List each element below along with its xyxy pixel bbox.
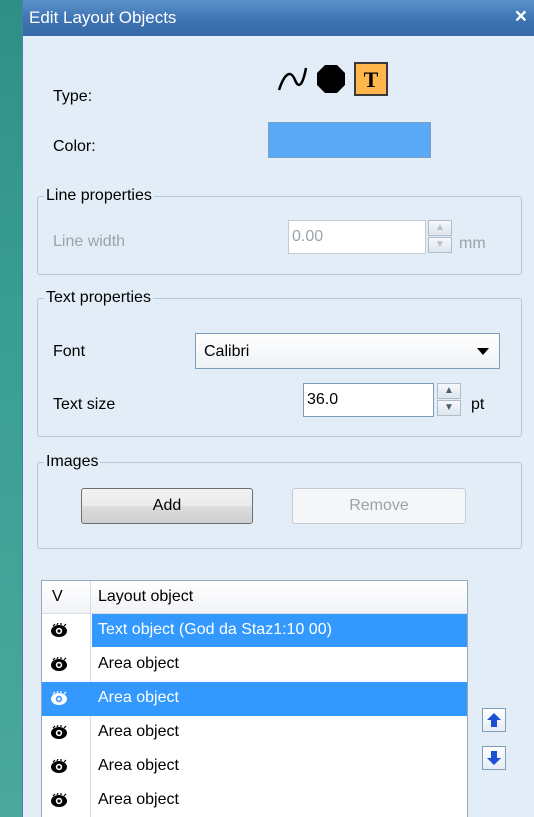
- table-row[interactable]: Area object: [42, 750, 467, 784]
- window-title: Edit Layout Objects: [29, 8, 177, 27]
- visibility-eye-icon[interactable]: [50, 656, 68, 673]
- visibility-eye-icon[interactable]: [50, 792, 68, 809]
- line-width-stepper[interactable]: ▲ ▼: [428, 220, 452, 254]
- layout-object-name: Area object: [98, 791, 179, 808]
- text-tool-icon: T: [364, 67, 379, 92]
- line-width-value: 0.00: [292, 228, 324, 245]
- layout-object-name: Area object: [98, 655, 179, 672]
- visibility-eye-icon[interactable]: [50, 622, 68, 639]
- layout-object-cell: Area object: [92, 784, 467, 817]
- svg-text:T: T: [364, 67, 379, 92]
- layout-object-cell: Area object: [92, 716, 467, 749]
- text-size-input[interactable]: 36.0: [303, 383, 434, 417]
- area-tool-button[interactable]: [314, 62, 348, 96]
- column-header-layout-object[interactable]: Layout object: [98, 588, 193, 606]
- move-up-button[interactable]: [482, 708, 506, 732]
- table-row[interactable]: Area object: [42, 784, 467, 817]
- type-label: Type:: [53, 88, 93, 105]
- line-properties-legend: Line properties: [46, 187, 152, 204]
- layout-object-cell: Area object: [92, 648, 467, 681]
- edit-layout-objects-window: Edit Layout Objects × Type: T Color: Lin…: [22, 0, 534, 817]
- line-width-label: Line width: [53, 233, 126, 250]
- remove-image-button[interactable]: Remove: [292, 488, 466, 524]
- layout-object-name: Area object: [98, 757, 179, 774]
- images-legend: Images: [46, 453, 99, 470]
- color-swatch[interactable]: [268, 122, 431, 158]
- color-label: Color:: [53, 138, 96, 155]
- close-button[interactable]: ×: [515, 6, 527, 28]
- arrow-up-icon: [487, 713, 501, 727]
- line-width-unit: mm: [459, 235, 486, 252]
- line-tool-button[interactable]: [275, 62, 309, 96]
- move-down-button[interactable]: [482, 746, 506, 770]
- visibility-eye-icon[interactable]: [50, 758, 68, 775]
- text-size-value: 36.0: [307, 391, 339, 408]
- spin-up-icon[interactable]: ▲: [428, 220, 452, 236]
- text-properties-legend: Text properties: [46, 289, 151, 306]
- text-size-stepper[interactable]: ▲ ▼: [437, 383, 461, 417]
- font-select[interactable]: Calibri: [195, 333, 500, 369]
- area-tool-icon: [317, 65, 345, 93]
- visibility-eye-icon[interactable]: [50, 690, 68, 707]
- spin-down-icon[interactable]: ▼: [428, 237, 452, 253]
- text-size-label: Text size: [53, 396, 116, 413]
- table-header: V Layout object: [42, 581, 467, 614]
- text-size-unit: pt: [471, 396, 485, 413]
- layout-object-name: Area object: [98, 723, 179, 740]
- spin-down-icon[interactable]: ▼: [437, 400, 461, 416]
- layout-objects-table: V Layout object Text object (God da Staz…: [41, 580, 468, 817]
- spin-up-icon[interactable]: ▲: [437, 383, 461, 399]
- table-row[interactable]: Area object: [42, 682, 467, 716]
- layout-object-name: Area object: [98, 689, 179, 706]
- visibility-eye-icon[interactable]: [50, 724, 68, 741]
- table-row[interactable]: Area object: [42, 648, 467, 682]
- table-row[interactable]: Area object: [42, 716, 467, 750]
- layout-object-name: Text object (God da Staz1:10 00): [98, 621, 332, 638]
- column-header-visible[interactable]: V: [52, 588, 63, 606]
- font-select-value: Calibri: [204, 343, 250, 360]
- layout-object-cell: Area object: [92, 750, 467, 783]
- line-width-input[interactable]: 0.00: [288, 220, 426, 254]
- font-label: Font: [53, 343, 86, 360]
- layout-object-cell: Area object: [92, 682, 467, 715]
- column-divider: [90, 581, 91, 613]
- line-tool-icon: [277, 67, 308, 91]
- title-bar: Edit Layout Objects ×: [23, 0, 534, 36]
- table-row[interactable]: Text object (God da Staz1:10 00): [42, 614, 467, 648]
- add-image-button[interactable]: Add: [81, 488, 253, 524]
- layout-object-cell: Text object (God da Staz1:10 00): [92, 614, 467, 647]
- chevron-down-icon: [477, 348, 489, 355]
- arrow-down-icon: [487, 751, 501, 765]
- text-tool-button[interactable]: T: [354, 62, 388, 96]
